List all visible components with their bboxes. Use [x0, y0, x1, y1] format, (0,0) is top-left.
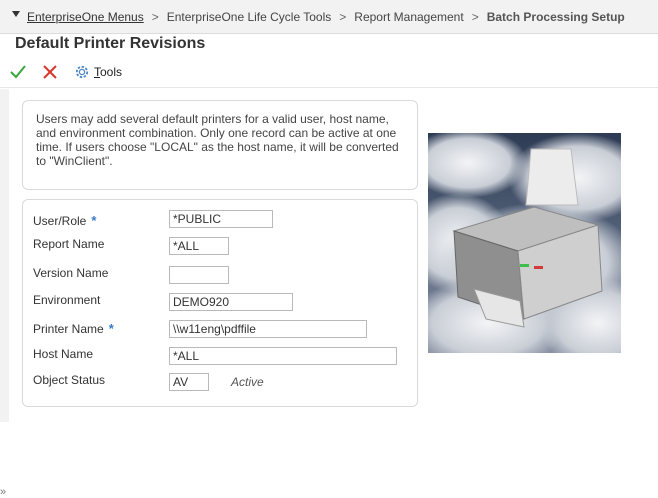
required-icon: *: [108, 321, 114, 336]
cancel-button[interactable]: [42, 64, 58, 85]
user-role-label: User/Role *: [33, 213, 97, 228]
environment-label: Environment: [33, 293, 101, 307]
expand-panel-icon[interactable]: »: [0, 486, 6, 498]
breadcrumb-item-life-cycle-tools[interactable]: EnterpriseOne Life Cycle Tools: [167, 10, 332, 24]
breadcrumb-item-report-management[interactable]: Report Management: [354, 10, 463, 24]
printer-illustration: [428, 133, 621, 353]
ok-button[interactable]: [9, 64, 27, 85]
breadcrumb-item-enterpriseone-menus[interactable]: EnterpriseOne Menus: [27, 10, 144, 24]
breadcrumb: EnterpriseOne Menus > EnterpriseOne Life C…: [0, 0, 658, 34]
breadcrumb-separator: >: [471, 10, 479, 24]
breadcrumb-item-batch-processing-setup: Batch Processing Setup: [486, 10, 625, 24]
environment-input[interactable]: [169, 293, 293, 311]
tools-label: Tools: [94, 65, 123, 79]
form-fields: User/Role* Report Name Version Name Envi…: [22, 199, 418, 407]
object-status-description: Active: [231, 375, 264, 389]
checkmark-icon: [10, 65, 26, 79]
required-icon: *: [91, 213, 97, 228]
host-name-input[interactable]: [169, 347, 397, 365]
left-panel-strip[interactable]: »: [0, 89, 9, 498]
version-name-input[interactable]: [169, 266, 229, 284]
report-name-input[interactable]: [169, 237, 229, 255]
object-status-input[interactable]: [169, 373, 209, 391]
info-text: Users may add several default printers f…: [22, 100, 418, 190]
gear-icon: [75, 65, 89, 79]
x-icon: [43, 65, 57, 79]
version-name-label: Version Name: [33, 266, 109, 280]
object-status-label: Object Status: [33, 373, 106, 387]
toolbar: Tools: [0, 58, 658, 88]
printer-name-input[interactable]: [169, 320, 367, 338]
host-name-label: Host Name: [33, 347, 94, 361]
user-role-input[interactable]: [169, 210, 273, 228]
printer-name-label: Printer Name *: [33, 321, 114, 336]
tools-button[interactable]: Tools: [74, 64, 122, 80]
report-name-label: Report Name: [33, 237, 105, 251]
breadcrumb-separator: >: [151, 10, 159, 24]
caret-down-icon[interactable]: [12, 11, 20, 17]
breadcrumb-separator: >: [339, 10, 347, 24]
page-title: Default Printer Revisions: [15, 35, 206, 52]
